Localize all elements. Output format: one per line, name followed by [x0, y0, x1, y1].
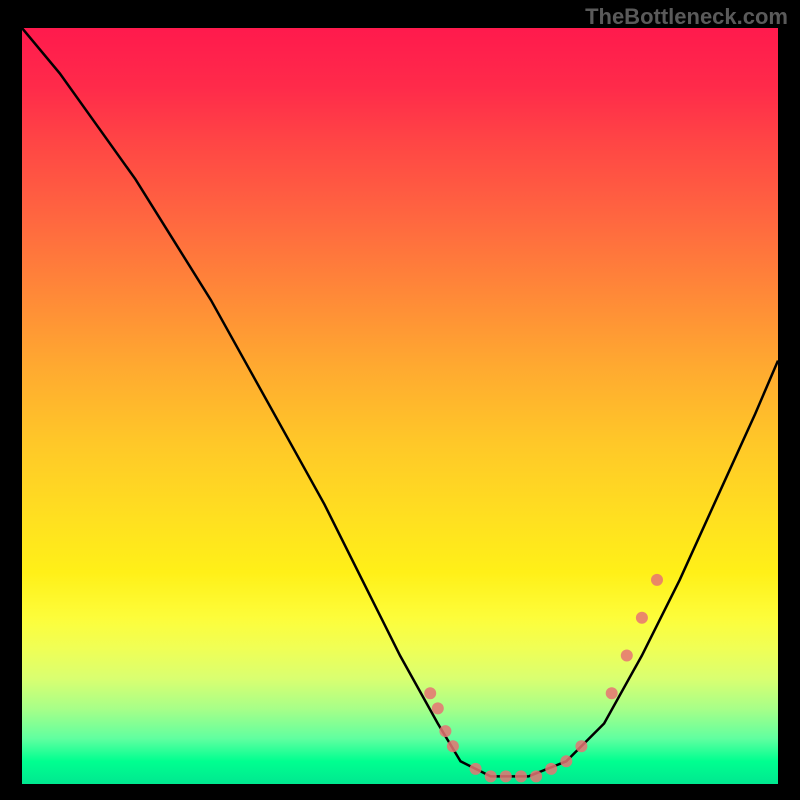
data-point	[470, 763, 482, 775]
watermark-text: TheBottleneck.com	[585, 4, 788, 30]
data-point	[621, 650, 633, 662]
data-point	[432, 702, 444, 714]
data-points	[424, 574, 663, 783]
data-point	[560, 755, 572, 767]
data-point	[636, 612, 648, 624]
data-point	[439, 725, 451, 737]
data-point	[515, 770, 527, 782]
chart-svg	[22, 28, 778, 784]
data-point	[485, 770, 497, 782]
data-point	[424, 687, 436, 699]
data-point	[575, 740, 587, 752]
data-point	[651, 574, 663, 586]
bottleneck-curve	[22, 28, 778, 776]
data-point	[606, 687, 618, 699]
data-point	[530, 770, 542, 782]
data-point	[500, 770, 512, 782]
data-point	[545, 763, 557, 775]
data-point	[447, 740, 459, 752]
